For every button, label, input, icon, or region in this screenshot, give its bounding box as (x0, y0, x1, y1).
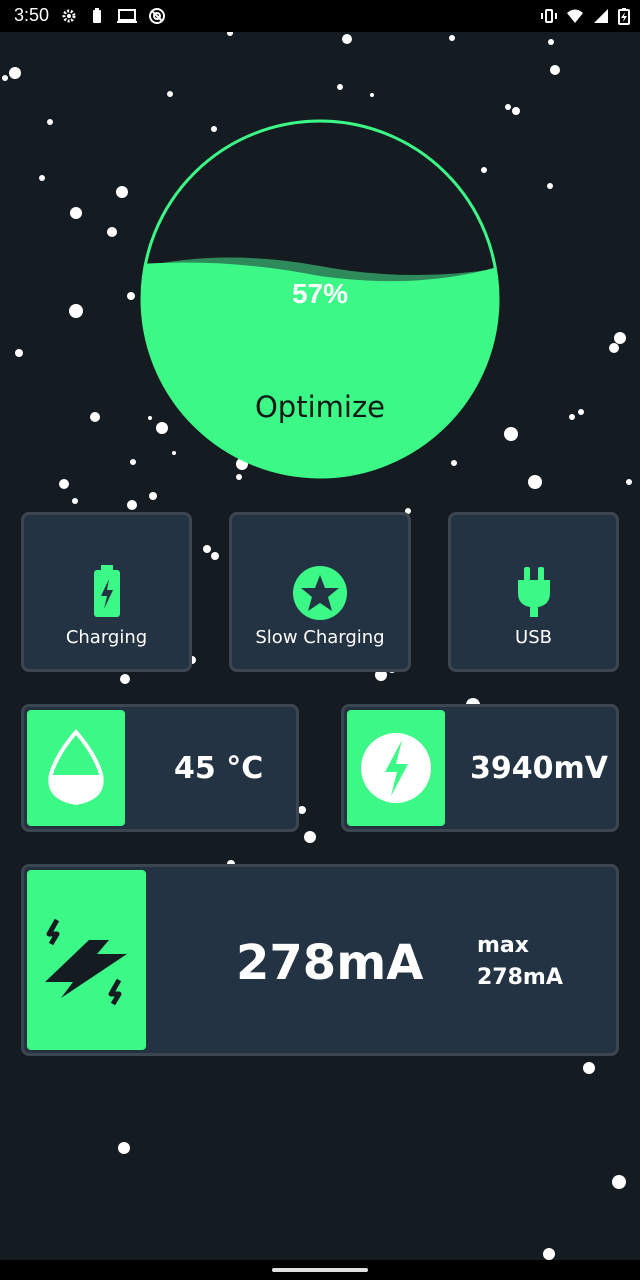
mode-label-slow-charging: Slow Charging (255, 627, 385, 648)
battery-charging-icon (93, 565, 120, 617)
status-right-icons (540, 7, 630, 25)
mode-card-slow-charging[interactable]: Slow Charging (229, 512, 411, 672)
current-max-value: 278mA (477, 965, 563, 990)
temperature-card: 45 °C (21, 704, 299, 832)
laptop-icon (117, 9, 137, 23)
optimize-button[interactable]: Optimize (0, 390, 640, 424)
bolt-circle-icon (361, 733, 431, 803)
voltage-icon-block (347, 710, 445, 826)
status-left-icons (60, 7, 166, 25)
current-card: 278mA max 278mA (21, 864, 619, 1056)
mode-label-charging: Charging (65, 627, 148, 648)
vibrate-icon (541, 9, 557, 23)
double-bolt-icon (45, 918, 127, 1006)
navigation-bar (0, 1260, 640, 1280)
battery-small-icon (93, 8, 101, 23)
status-time: 3:50 (14, 5, 50, 25)
status-bar: 3:50 (0, 0, 640, 32)
voltage-card: 3940mV (341, 704, 619, 832)
mode-label-usb: USB (515, 627, 552, 648)
voltage-value: 3940mV (470, 751, 608, 786)
current-value: 278mA (236, 935, 424, 991)
plug-icon (517, 567, 550, 617)
temperature-icon-block (27, 710, 125, 826)
battery-charging-icon (618, 8, 630, 25)
battery-percent: 57% (291, 278, 349, 309)
home-handle[interactable] (272, 1268, 368, 1272)
at-sign-icon (149, 8, 165, 24)
current-max-label: max (477, 933, 529, 958)
signal-icon (594, 9, 608, 23)
mode-card-charging[interactable]: Charging (21, 512, 192, 672)
current-icon-block (27, 870, 146, 1050)
mode-card-usb[interactable]: USB (448, 512, 619, 672)
drop-icon (48, 728, 104, 806)
temperature-value: 45 °C (174, 751, 264, 786)
settings-icon (62, 9, 76, 23)
star-icon (293, 566, 347, 620)
wifi-icon (567, 9, 583, 23)
